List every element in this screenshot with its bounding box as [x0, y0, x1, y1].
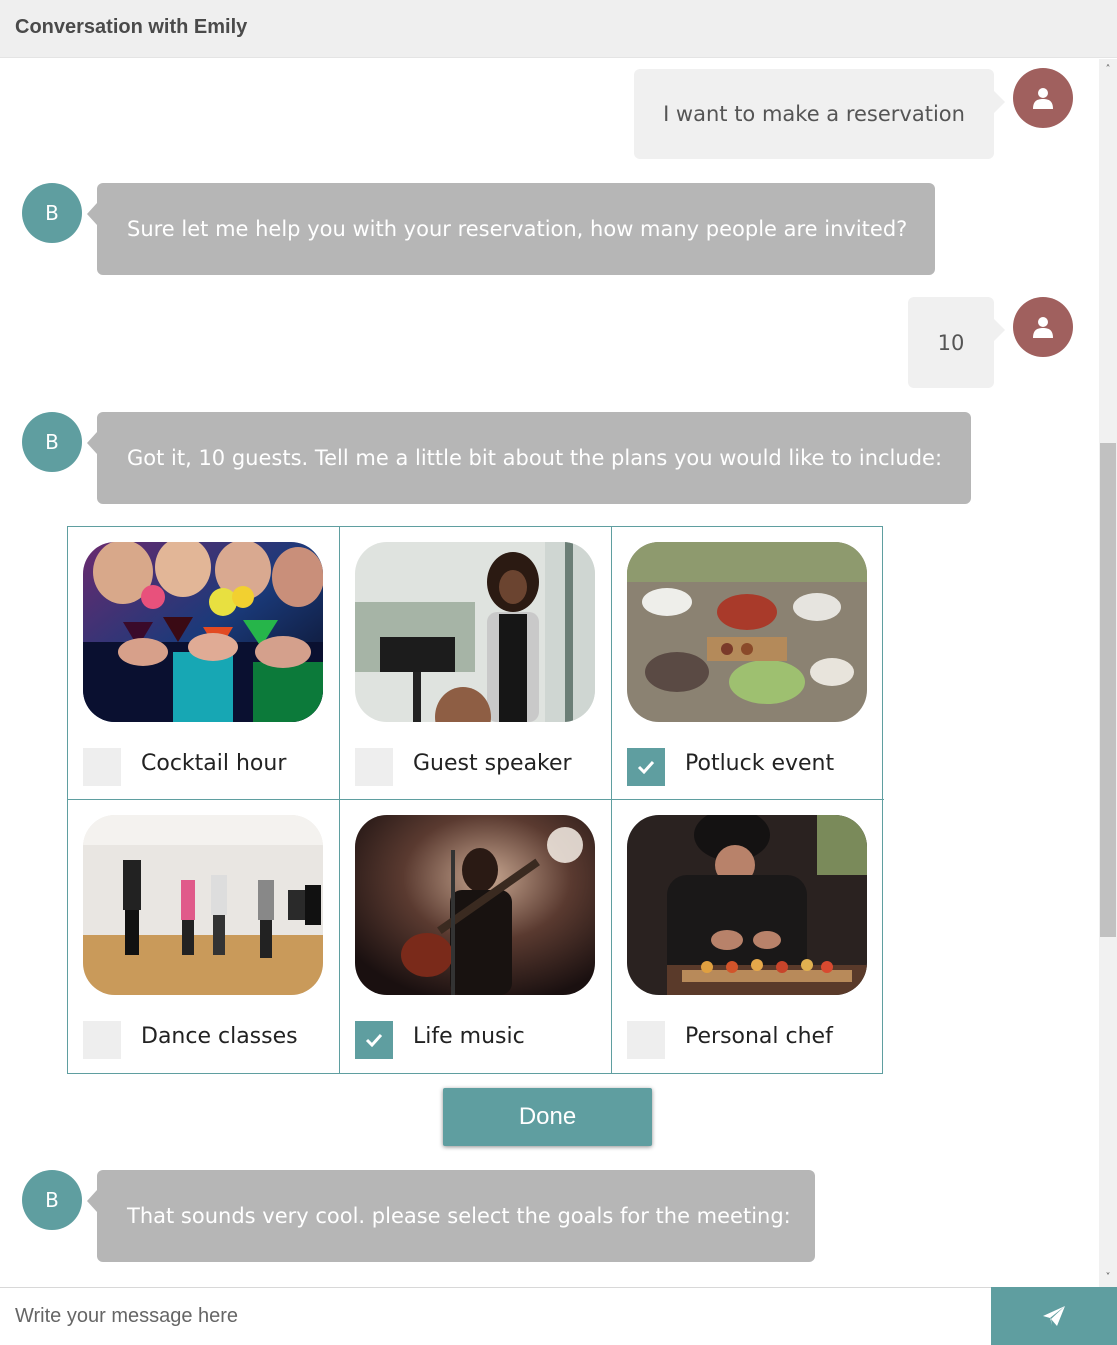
- dance-classes-checkbox[interactable]: [83, 1021, 121, 1059]
- option-life-music[interactable]: Life music: [340, 800, 612, 1073]
- user-message: 10: [908, 297, 1005, 388]
- cocktail-hour-image: [83, 542, 323, 722]
- option-cocktail-hour[interactable]: Cocktail hour: [68, 527, 340, 800]
- option-label: Personal chef: [685, 1024, 833, 1049]
- option-label: Cocktail hour: [141, 751, 287, 776]
- message-text: Got it, 10 guests. Tell me a little bit …: [127, 446, 943, 470]
- dance-classes-image: [83, 815, 323, 995]
- bot-message: Sure let me help you with your reservati…: [87, 183, 935, 275]
- life-music-checkbox[interactable]: [355, 1021, 393, 1059]
- personal-chef-image: [627, 815, 867, 995]
- option-personal-chef[interactable]: Personal chef: [612, 800, 884, 1073]
- option-label: Guest speaker: [413, 751, 572, 776]
- bot-avatar: B: [22, 183, 82, 243]
- bot-avatar: B: [22, 1170, 82, 1230]
- bot-avatar: B: [22, 412, 82, 472]
- message-input[interactable]: [0, 1288, 991, 1345]
- user-icon: [1033, 88, 1053, 109]
- message-text: I want to make a reservation: [663, 102, 965, 126]
- bot-avatar-letter: B: [45, 430, 59, 454]
- user-icon: [1033, 317, 1053, 338]
- potluck-event-checkbox[interactable]: [627, 748, 665, 786]
- option-potluck-event[interactable]: Potluck event: [612, 527, 884, 800]
- message-text: 10: [937, 330, 965, 355]
- send-button[interactable]: [991, 1287, 1117, 1345]
- paper-plane-icon: [1043, 1306, 1065, 1326]
- option-dance-classes[interactable]: Dance classes: [68, 800, 340, 1073]
- bot-avatar-letter: B: [45, 201, 59, 225]
- scroll-up-arrow-icon[interactable]: ˄: [1099, 61, 1117, 79]
- option-label: Dance classes: [141, 1024, 298, 1049]
- user-avatar: [1013, 68, 1073, 128]
- scrollbar-thumb[interactable]: [1100, 443, 1116, 937]
- conversation-title: Conversation with Emily: [15, 16, 248, 38]
- potluck-event-image: [627, 542, 867, 722]
- user-avatar: [1013, 297, 1073, 357]
- bot-message: Got it, 10 guests. Tell me a little bit …: [87, 412, 971, 504]
- message-text: That sounds very cool. please select the…: [127, 1204, 791, 1228]
- scroll-down-arrow-icon[interactable]: ˅: [1099, 1269, 1117, 1287]
- user-message: I want to make a reservation: [634, 69, 1005, 159]
- message-text: Sure let me help you with your reservati…: [127, 217, 908, 241]
- checkmark-icon: [365, 1033, 383, 1047]
- plan-options-grid: Cocktail hour Guest speaker Potluck even…: [67, 526, 884, 1074]
- bot-message: That sounds very cool. please select the…: [87, 1170, 815, 1262]
- checkmark-icon: [637, 760, 655, 774]
- message-composer: [0, 1287, 1117, 1345]
- option-label: Potluck event: [685, 751, 835, 776]
- guest-speaker-image: [355, 542, 595, 722]
- option-guest-speaker[interactable]: Guest speaker: [340, 527, 612, 800]
- option-label: Life music: [413, 1024, 525, 1049]
- bot-avatar-letter: B: [45, 1188, 59, 1212]
- life-music-image: [355, 815, 595, 995]
- conversation-header: Conversation with Emily: [0, 0, 1117, 58]
- done-button[interactable]: Done: [443, 1088, 652, 1146]
- personal-chef-checkbox[interactable]: [627, 1021, 665, 1059]
- chat-scrollbar[interactable]: ˄ ˅: [1099, 59, 1117, 1287]
- cocktail-hour-checkbox[interactable]: [83, 748, 121, 786]
- chat-transcript: I want to make a reservation B Sure let …: [0, 59, 1099, 1287]
- guest-speaker-checkbox[interactable]: [355, 748, 393, 786]
